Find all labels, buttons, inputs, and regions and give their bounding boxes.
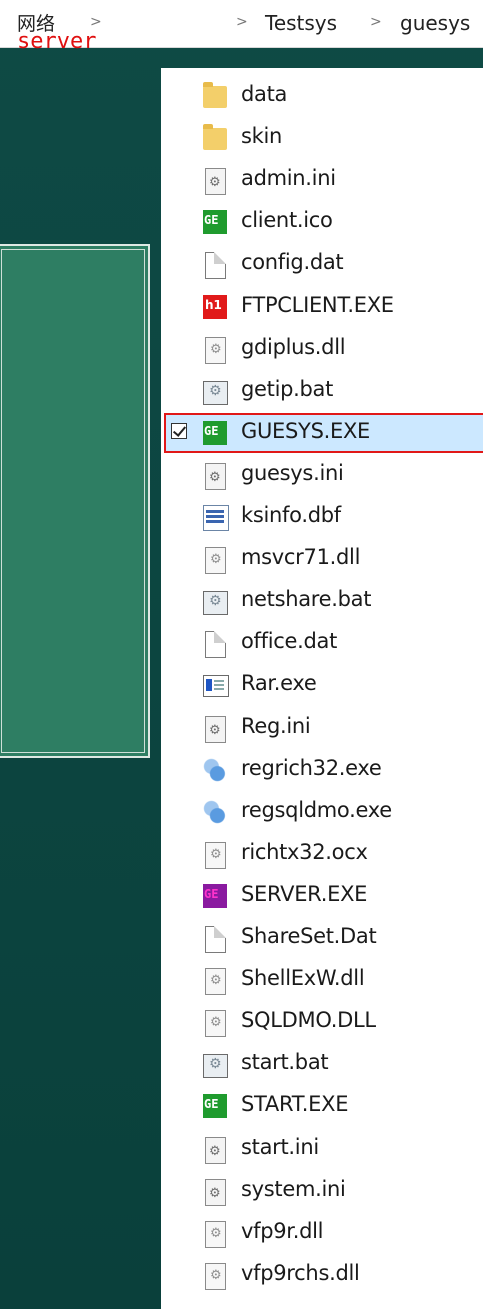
file-list-item[interactable]: Rar.exe [161,665,483,705]
file-name-label: Rar.exe [241,671,317,696]
file-list-item[interactable]: guesys.ini [161,455,483,495]
file-name-label: start.bat [241,1050,329,1075]
batch-file-icon [203,380,228,405]
folder-icon [203,124,227,151]
setup-app-icon [203,757,227,782]
file-name-label: GUESYS.EXE [241,418,370,443]
file-name-label: regsqldmo.exe [241,797,392,822]
dll-file-icon [205,968,226,996]
file-list-item[interactable]: FTPCLIENT.EXE [161,287,483,327]
file-list-item[interactable]: Reg.ini [161,708,483,748]
file-list-item[interactable]: vfp9rchs.dll [161,1255,483,1295]
dll-file-icon [205,1262,226,1290]
settings-file-icon [205,715,226,743]
file-name-label: ShareSet.Dat [241,924,377,948]
file-name-label: ShellExW.dll [241,966,365,991]
folder-icon [203,82,227,108]
dll-file-icon [205,336,226,364]
guesys-app-icon [203,1094,227,1119]
blank-file-icon [205,631,226,659]
file-name-label: system.ini [241,1176,346,1201]
file-list-item[interactable]: ShareSet.Dat [161,918,483,958]
callout-text: s下 [331,462,405,516]
file-name-label: office.dat [241,629,338,654]
dll-file-icon [205,1010,226,1038]
ftp-app-icon [203,294,227,319]
file-list-item[interactable]: admin.ini [161,160,483,200]
file-list-item[interactable]: gdiplus.dll [161,329,483,369]
file-list-item[interactable]: system.ini [161,1171,483,1211]
chevron-right-icon[interactable]: > [370,14,382,30]
file-name-label: admin.ini [241,166,336,191]
chevron-right-icon[interactable]: > [90,14,102,30]
rar-app-icon [203,675,229,698]
file-name-label: data [241,82,288,106]
dll-file-icon [205,547,226,575]
file-list-item[interactable]: ShellExW.dll [161,960,483,1000]
file-name-label: regrich32.exe [241,755,382,780]
settings-file-icon [205,462,226,490]
settings-file-icon [205,1136,226,1164]
chevron-right-icon[interactable]: > [236,14,248,30]
file-list-item[interactable]: client.ico [161,202,483,242]
file-name-label: netshare.bat [241,587,372,612]
file-name-label: guesys.ini [241,460,344,485]
file-name-label: skin [241,124,283,149]
callout-box [0,244,150,758]
breadcrumb-guesys[interactable]: guesys [400,11,470,35]
file-name-label: SQLDMO.DLL [241,1008,376,1033]
settings-file-icon [205,168,226,196]
file-list-item[interactable]: config.dat [161,244,483,284]
file-list-item[interactable]: regrich32.exe [161,750,483,790]
file-list-panel: data skin admin.ini client.ico config.dat FTP… [161,68,483,1309]
file-list-item[interactable]: office.dat [161,623,483,663]
file-name-label: FTPCLIENT.EXE [241,292,394,317]
file-list-item[interactable]: netshare.bat [161,581,483,621]
file-list-item[interactable]: msvcr71.dll [161,539,483,579]
database-file-icon [203,505,229,531]
file-list-item[interactable]: getip.bat [161,371,483,411]
file-list-item[interactable]: GUESYS.EXE [161,412,483,453]
selection-checkbox[interactable] [171,422,187,439]
file-list-item[interactable]: skin [161,118,483,158]
file-name-label: vfp9r.dll [241,1218,324,1243]
blank-file-icon [205,926,226,953]
file-name-label: START.EXE [241,1092,349,1117]
file-name-label: client.ico [241,208,333,233]
file-name-label: Reg.ini [241,713,311,738]
file-list-item[interactable]: vfp9r.dll [161,1213,483,1253]
file-name-label: msvcr71.dll [241,545,361,570]
file-list-item[interactable]: start.ini [161,1129,483,1169]
file-name-label: SERVER.EXE [241,881,368,906]
server-app-icon [203,883,227,908]
file-name-label: config.dat [241,250,344,275]
setup-app-icon [203,799,227,824]
blank-file-icon [205,252,226,280]
settings-file-icon [205,1178,226,1206]
file-name-label: richtx32.ocx [241,839,368,864]
file-list-item[interactable]: SERVER.EXE [161,876,483,916]
file-name-label: ksinfo.dbf [241,503,341,527]
dll-file-icon [205,841,226,869]
guesys-app-icon [203,210,227,235]
file-list-item[interactable]: SQLDMO.DLL [161,1002,483,1042]
batch-file-icon [203,1054,228,1079]
file-list-item[interactable]: richtx32.ocx [161,834,483,874]
server-annotation-label: server [17,29,97,54]
file-list-item[interactable]: data [161,76,483,116]
file-name-label: vfp9rchs.dll [241,1260,360,1285]
file-list-item[interactable]: START.EXE [161,1086,483,1126]
dll-file-icon [205,1220,226,1248]
breadcrumb-testsys[interactable]: Testsys [265,11,337,35]
file-name-label: getip.bat [241,376,334,401]
file-name-label: start.ini [241,1134,319,1159]
file-list-item[interactable]: regsqldmo.exe [161,792,483,832]
file-list-item[interactable]: ksinfo.dbf [161,497,483,537]
batch-file-icon [203,591,228,616]
file-name-label: gdiplus.dll [241,334,346,359]
guesys-app-icon [203,420,227,445]
file-list-item[interactable]: start.bat [161,1044,483,1084]
